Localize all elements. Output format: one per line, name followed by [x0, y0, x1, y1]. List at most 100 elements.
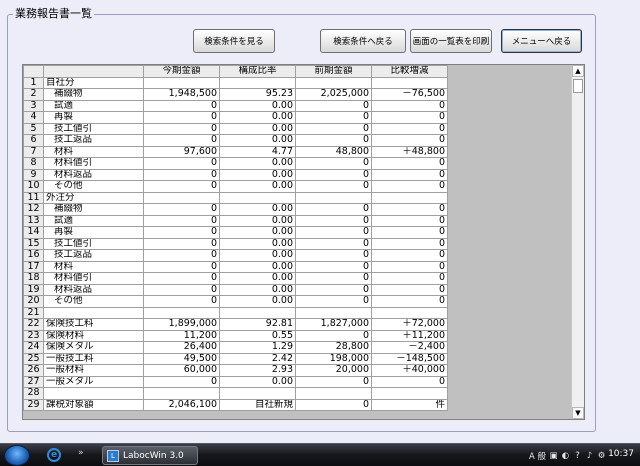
row-label[interactable]: 補綴物 [43, 203, 144, 216]
row-number[interactable]: 18 [23, 272, 44, 285]
row-label[interactable]: 一般材料 [43, 364, 144, 377]
row-label[interactable]: 再製 [43, 111, 144, 124]
composition-ratio-cell[interactable]: 1.29 [219, 341, 296, 354]
row-number[interactable]: 25 [23, 352, 44, 365]
comparison-change-cell[interactable] [371, 306, 448, 319]
row-number[interactable]: 14 [23, 226, 44, 239]
row-label[interactable]: 材料返品 [43, 283, 144, 296]
comparison-change-cell[interactable]: ＋72,000 [371, 318, 448, 331]
comparison-change-cell[interactable]: 件 [371, 398, 448, 411]
current-amount-cell[interactable]: 0 [143, 203, 220, 216]
row-label[interactable]: 一般技工料 [43, 352, 144, 365]
row-number[interactable]: 4 [23, 111, 44, 124]
quicklaunch-chevron-icon[interactable]: » [78, 448, 84, 458]
comparison-change-cell[interactable]: ＋11,200 [371, 329, 448, 342]
table-row[interactable]: 25 一般技工料 49,500 2.42 198,000 －148,500 [23, 352, 448, 365]
row-label[interactable]: 材料返品 [43, 168, 144, 181]
taskbar-item-labocwin[interactable]: L LabocWin 3.0 [102, 446, 198, 465]
previous-amount-cell[interactable]: 0 [295, 203, 372, 216]
previous-amount-cell[interactable]: 0 [295, 111, 372, 124]
previous-amount-cell[interactable]: 0 [295, 180, 372, 193]
row-number[interactable]: 29 [23, 398, 44, 411]
previous-amount-cell[interactable]: 20,000 [295, 364, 372, 377]
composition-ratio-cell[interactable]: 自社新規 [219, 398, 296, 411]
row-label[interactable]: 自社分 [43, 76, 144, 89]
composition-ratio-cell[interactable] [219, 76, 296, 89]
composition-ratio-cell[interactable]: 2.42 [219, 352, 296, 365]
table-row[interactable]: 16 技工返品 0 0.00 0 0 [23, 249, 448, 262]
current-amount-cell[interactable]: 0 [143, 99, 220, 112]
comparison-change-cell[interactable]: 0 [371, 237, 448, 250]
table-row[interactable]: 11 外注分 [23, 191, 448, 204]
row-label[interactable]: その他 [43, 180, 144, 193]
row-number[interactable]: 26 [23, 364, 44, 377]
current-amount-cell[interactable]: 0 [143, 283, 220, 296]
table-row[interactable]: 10 その他 0 0.00 0 0 [23, 180, 448, 193]
row-number[interactable]: 11 [23, 191, 44, 204]
row-label[interactable]: 保険技工料 [43, 318, 144, 331]
row-number[interactable]: 23 [23, 329, 44, 342]
row-number[interactable]: 16 [23, 249, 44, 262]
row-label[interactable]: 材料値引 [43, 272, 144, 285]
previous-amount-cell[interactable] [295, 191, 372, 204]
table-row[interactable]: 22 保険技工料 1,899,000 92.81 1,827,000 ＋72,000 [23, 318, 448, 331]
row-number[interactable]: 28 [23, 387, 44, 400]
composition-ratio-cell[interactable]: 0.00 [219, 249, 296, 262]
row-label[interactable]: 試適 [43, 214, 144, 227]
scroll-thumb[interactable] [573, 79, 583, 93]
table-row[interactable]: 3 試適 0 0.00 0 0 [23, 99, 448, 112]
row-label[interactable]: 技工値引 [43, 237, 144, 250]
row-number[interactable]: 22 [23, 318, 44, 331]
previous-amount-cell[interactable]: 0 [295, 122, 372, 135]
current-amount-cell[interactable] [143, 191, 220, 204]
composition-ratio-cell[interactable]: 0.00 [219, 295, 296, 308]
comparison-change-cell[interactable]: 0 [371, 203, 448, 216]
comparison-change-cell[interactable] [371, 387, 448, 400]
current-amount-cell[interactable]: 0 [143, 214, 220, 227]
composition-ratio-cell[interactable]: 0.00 [219, 111, 296, 124]
current-amount-cell[interactable]: 0 [143, 122, 220, 135]
current-amount-cell[interactable]: 0 [143, 180, 220, 193]
composition-ratio-cell[interactable]: 0.00 [219, 203, 296, 216]
comparison-change-cell[interactable]: 0 [371, 180, 448, 193]
current-amount-cell[interactable]: 0 [143, 272, 220, 285]
comparison-change-cell[interactable]: －148,500 [371, 352, 448, 365]
previous-amount-cell[interactable] [295, 306, 372, 319]
view-search-criteria-button[interactable]: 検索条件を見る [193, 29, 275, 53]
row-label[interactable]: 材料値引 [43, 157, 144, 170]
scroll-up-icon[interactable]: ▲ [572, 65, 584, 77]
table-row[interactable]: 29 課税対象額 2,046,100 自社新規 0 件 [23, 398, 448, 411]
composition-ratio-cell[interactable]: 0.00 [219, 283, 296, 296]
composition-ratio-cell[interactable]: 0.55 [219, 329, 296, 342]
previous-amount-cell[interactable]: 0 [295, 283, 372, 296]
row-number[interactable]: 19 [23, 283, 44, 296]
row-label[interactable]: 外注分 [43, 191, 144, 204]
previous-amount-cell[interactable]: 28,800 [295, 341, 372, 354]
table-row[interactable]: 12 補綴物 0 0.00 0 0 [23, 203, 448, 216]
comparison-change-cell[interactable]: ＋48,800 [371, 145, 448, 158]
comparison-change-cell[interactable] [371, 76, 448, 89]
previous-amount-cell[interactable]: 2,025,000 [295, 88, 372, 101]
previous-amount-cell[interactable]: 0 [295, 134, 372, 147]
comparison-change-cell[interactable]: 0 [371, 214, 448, 227]
row-label[interactable]: 一般メタル [43, 375, 144, 388]
scroll-down-icon[interactable]: ▼ [572, 407, 584, 419]
row-number[interactable]: 3 [23, 99, 44, 112]
print-list-button[interactable]: 画面の一覧表を印刷 [410, 29, 492, 53]
table-row[interactable]: 24 保険メタル 26,400 1.29 28,800 －2,400 [23, 341, 448, 354]
current-amount-cell[interactable]: 0 [143, 168, 220, 181]
comparison-change-cell[interactable]: 0 [371, 295, 448, 308]
comparison-change-cell[interactable]: 0 [371, 249, 448, 262]
comparison-change-cell[interactable]: －2,400 [371, 341, 448, 354]
previous-amount-cell[interactable]: 0 [295, 329, 372, 342]
tray-icon[interactable]: ▣ [549, 451, 558, 461]
previous-amount-cell[interactable]: 0 [295, 157, 372, 170]
comparison-change-cell[interactable]: －76,500 [371, 88, 448, 101]
comparison-change-cell[interactable]: ＋40,000 [371, 364, 448, 377]
table-row[interactable]: 4 再製 0 0.00 0 0 [23, 111, 448, 124]
composition-ratio-cell[interactable]: 0.00 [219, 260, 296, 273]
composition-ratio-cell[interactable]: 0.00 [219, 226, 296, 239]
table-row[interactable]: 21 [23, 306, 448, 319]
row-number[interactable]: 20 [23, 295, 44, 308]
row-label[interactable]: その他 [43, 295, 144, 308]
